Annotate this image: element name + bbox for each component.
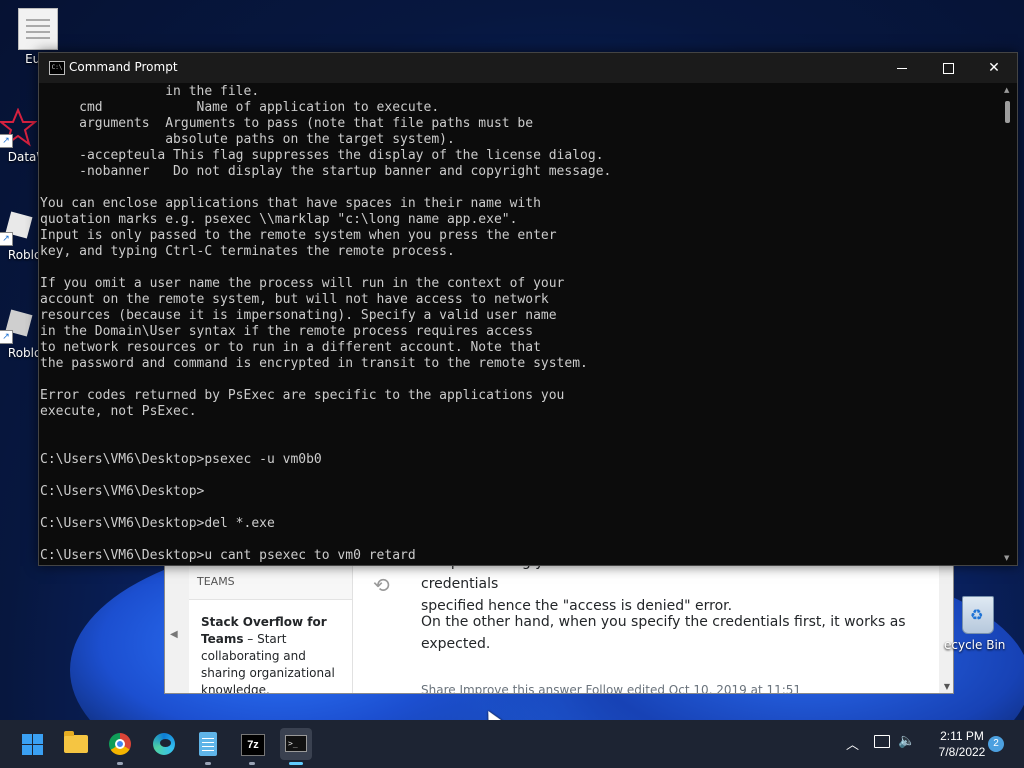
desktop: Eula ↗ DataW ↗ Roblox ↗ Roblox: [0, 0, 1024, 720]
answer-footer[interactable]: Share Improve this answer Follow edited …: [421, 683, 801, 693]
scroll-down-icon[interactable]: ▼: [1004, 554, 1009, 562]
console-line: C:\Users\VM6\Desktop>psexec -u vm0b0: [40, 452, 322, 467]
title-bar[interactable]: C:\ Command Prompt ✕: [39, 53, 1017, 83]
maximize-button[interactable]: [925, 53, 971, 83]
cmd-app-icon: C:\: [49, 61, 65, 75]
app-shortcut-icon: ↗: [0, 107, 38, 148]
notepad-icon: [199, 732, 217, 756]
running-indicator: [205, 762, 211, 765]
maximize-icon: [942, 62, 954, 74]
console-line: C:\Users\VM6\Desktop>del *.exe: [40, 516, 275, 531]
minimize-button[interactable]: [879, 53, 925, 83]
running-indicator: [289, 762, 303, 765]
console-line: the password and command is encrypted in…: [40, 356, 588, 371]
notification-badge[interactable]: 2: [988, 736, 1004, 752]
taskbar-chrome[interactable]: [104, 728, 136, 765]
edge-icon: [153, 733, 175, 755]
recycle-bin-icon: [962, 596, 994, 634]
taskbar-file-explorer[interactable]: [60, 728, 92, 760]
chrome-icon: [109, 733, 131, 755]
history-icon[interactable]: ⟲: [373, 573, 390, 597]
console-output[interactable]: in the file. cmd Name of application to …: [39, 84, 999, 564]
folder-icon: [64, 731, 88, 753]
text-file-icon: [18, 8, 58, 50]
console-scrollbar[interactable]: ▲ ▼: [999, 84, 1017, 564]
console-line: Error codes returned by PsExec are speci…: [40, 388, 565, 403]
console-line: quotation marks e.g. psexec \\marklap "c…: [40, 212, 518, 227]
teams-promo-card[interactable]: Stack Overflow for Teams – Start collabo…: [189, 599, 352, 693]
console-line: in the file.: [40, 84, 260, 99]
browser-left-rail: ◀: [165, 563, 189, 693]
running-indicator: [117, 762, 123, 765]
shortcut-arrow-icon: ↗: [0, 232, 13, 246]
scroll-left-icon[interactable]: ◀: [170, 629, 178, 640]
console-line: C:\Users\VM6\Desktop>: [40, 484, 205, 499]
browser-window: ◀ TEAMS Stack Overflow for Teams – Start…: [164, 562, 954, 694]
close-button[interactable]: ✕: [971, 53, 1017, 83]
teams-promo-text: Stack Overflow for Teams – Start collabo…: [201, 614, 341, 693]
7zip-icon: 7z: [241, 734, 265, 756]
console-line: absolute paths on the target system).: [40, 132, 455, 147]
console-line: resources (because it is impersonating).…: [40, 308, 557, 323]
network-icon[interactable]: [874, 735, 890, 748]
windows-logo-icon: [22, 734, 43, 755]
console-line: cmd Name of application to execute.: [40, 100, 440, 115]
roblox-icon: ↗: [0, 206, 37, 246]
scroll-up-icon[interactable]: ▲: [1004, 86, 1009, 94]
scrollbar-thumb[interactable]: [1005, 101, 1010, 123]
taskbar-command-prompt[interactable]: >_: [280, 728, 312, 765]
console-line: You can enclose applications that have s…: [40, 196, 541, 211]
console-line: If you omit a user name the process will…: [40, 276, 565, 291]
sidebar-heading: TEAMS: [197, 575, 235, 588]
window-title: Command Prompt: [69, 60, 178, 74]
taskbar-edge[interactable]: [148, 728, 180, 760]
minimize-icon: [897, 67, 907, 69]
shortcut-arrow-icon: ↗: [0, 330, 13, 344]
taskbar-7zip[interactable]: 7z: [236, 728, 268, 765]
desktop-icon-recycle-bin[interactable]: ecycle Bin: [944, 596, 1020, 652]
close-icon: ✕: [988, 60, 1000, 76]
start-button[interactable]: [16, 728, 48, 760]
console-line: C:\Users\VM6\Desktop>u cant psexec to vm…: [40, 548, 416, 563]
console-line: Input is only passed to the remote syste…: [40, 228, 557, 243]
desktop-icon-label: ecycle Bin: [944, 638, 1006, 652]
command-prompt-window[interactable]: C:\ Command Prompt ✕ in the file. cmd Na…: [38, 52, 1018, 566]
volume-icon[interactable]: 🔈: [898, 733, 915, 749]
scroll-down-icon[interactable]: ▼: [944, 682, 950, 691]
console-line: to network resources or to run in a diff…: [40, 340, 541, 355]
console-line: account on the remote system, but will n…: [40, 292, 549, 307]
roblox-icon: ↗: [0, 304, 37, 344]
console-line: -accepteula This flag suppresses the dis…: [40, 148, 604, 163]
console-line: key, and typing Ctrl-C terminates the re…: [40, 244, 455, 259]
answer-paragraph: On the other hand, when you specify the …: [421, 614, 906, 652]
console-line: execute, not PsExec.: [40, 404, 197, 419]
chevron-up-icon[interactable]: ︿: [846, 734, 859, 753]
taskbar-notepad[interactable]: [192, 728, 224, 765]
running-indicator: [249, 762, 255, 765]
console-line: in the Domain\User syntax if the remote …: [40, 324, 534, 339]
console-line: arguments Arguments to pass (note that f…: [40, 116, 534, 131]
terminal-icon: >_: [285, 735, 307, 752]
console-line: -nobanner Do not display the startup ban…: [40, 164, 612, 179]
shortcut-arrow-icon: ↗: [0, 134, 13, 148]
answer-line: computer using your local credentials in…: [421, 562, 844, 592]
taskbar: 7z >_ ︿ 🔈 2:11 PM 7/8/2022 2: [0, 720, 1024, 768]
